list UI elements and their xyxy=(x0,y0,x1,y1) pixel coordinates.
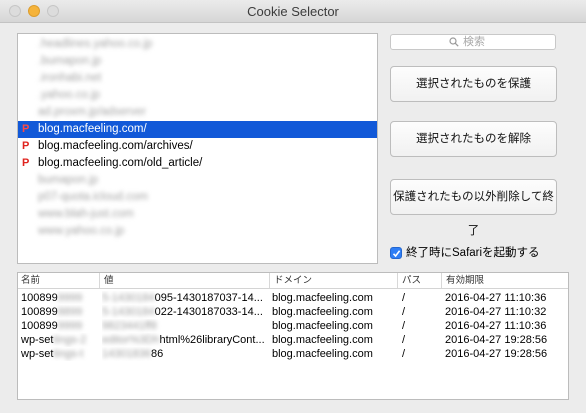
cookie-host-label: p07-quota.icloud.com xyxy=(38,191,148,203)
checkmark-icon xyxy=(392,250,401,258)
cookie-list-item[interactable]: p07-quota.icloud.com xyxy=(18,189,377,206)
cell-value: 9823441ff8 xyxy=(102,319,272,333)
search-icon xyxy=(449,37,459,47)
search-input[interactable] xyxy=(463,35,551,49)
cookie-host-label: www.blah-just.com xyxy=(38,208,134,220)
title-bar[interactable]: Cookie Selector xyxy=(0,0,586,23)
cell-name-redacted: tings-t xyxy=(53,348,84,360)
cell-value-redacted: 9823441ff8 xyxy=(102,320,157,332)
cell-value-text: 095-1430187037-14... xyxy=(154,292,263,304)
cell-value: 5-1430184022-1430187033-14... xyxy=(102,305,272,319)
cell-expires: 2016-04-27 11:10:36 xyxy=(445,292,547,304)
protected-marker: P xyxy=(22,123,30,135)
cookie-selector-window: Cookie Selector .headlines.yahoo.co.jp .b… xyxy=(0,0,586,413)
cookie-list-item[interactable]: Pblog.macfeeling.com/archives/ xyxy=(18,138,377,155)
cell-name-redacted: 8899 xyxy=(57,306,83,318)
cookie-list-item[interactable]: .ironhabi.net xyxy=(18,70,377,87)
protected-marker: P xyxy=(22,157,30,169)
cookie-list-item[interactable]: www.blah-just.com xyxy=(18,206,377,223)
cell-name: 1008998899 xyxy=(21,305,99,319)
cell-domain: blog.macfeeling.com xyxy=(272,306,373,318)
cell-value: 5-1430184095-1430187037-14... xyxy=(102,291,272,305)
cell-name: wp-settings-t xyxy=(21,347,99,361)
cell-path: / xyxy=(402,292,406,304)
cell-expires: 2016-04-27 19:28:56 xyxy=(445,348,548,360)
cell-path: / xyxy=(402,334,406,346)
table-row[interactable]: 1008999999 9823441ff8 blog.macfeeling.com /… xyxy=(18,319,568,333)
window-title: Cookie Selector xyxy=(247,4,339,19)
cell-path: / xyxy=(402,320,406,332)
cell-name: wp-settings-2 xyxy=(21,333,99,347)
cookie-host-label: .bumapon.jp xyxy=(38,55,102,67)
cell-name-text: 100899 xyxy=(21,292,58,304)
cookie-list-item[interactable]: Pblog.macfeeling.com/old_article/ xyxy=(18,155,377,172)
cookie-host-label: blog.macfeeling.com/old_article/ xyxy=(38,157,203,169)
unprotect-selected-button[interactable]: 選択されたものを解除 xyxy=(390,121,557,157)
column-header-path[interactable]: パス xyxy=(397,273,421,288)
cookie-list-item[interactable]: .bumapon.jp xyxy=(18,53,377,70)
cell-name: 1008999999 xyxy=(21,291,99,305)
cell-domain: blog.macfeeling.com xyxy=(272,320,373,332)
cell-name: 1008999999 xyxy=(21,319,99,333)
cell-expires: 2016-04-27 11:10:32 xyxy=(445,306,547,318)
cell-name-text: 100899 xyxy=(21,306,58,318)
cookie-host-label: blog.macfeeling.com/archives/ xyxy=(38,140,193,152)
cell-value-redacted: editor%3Dh xyxy=(102,334,160,346)
cookie-host-label: .yahoo.co.jp xyxy=(38,89,101,101)
launch-safari-checkbox[interactable] xyxy=(390,247,402,259)
cookie-host-label: .headlines.yahoo.co.jp xyxy=(38,38,153,50)
search-field[interactable] xyxy=(390,34,556,50)
table-row[interactable]: 1008999999 5-1430184095-1430187037-14... b… xyxy=(18,291,568,305)
protect-selected-button[interactable]: 選択されたものを保護 xyxy=(390,66,557,102)
cell-expires: 2016-04-27 19:28:56 xyxy=(445,334,548,346)
cell-value-redacted: 5-1430184 xyxy=(102,292,155,304)
cookie-host-label: .ironhabi.net xyxy=(38,72,102,84)
cell-domain: blog.macfeeling.com xyxy=(272,292,373,304)
cell-value: 1430183686 xyxy=(102,347,272,361)
cookie-host-label: www.yahoo.co.jp xyxy=(38,225,125,237)
cell-path: / xyxy=(402,306,406,318)
cell-value-redacted: 5-1430184 xyxy=(102,306,155,318)
cell-domain: blog.macfeeling.com xyxy=(272,348,373,360)
table-row[interactable]: 1008998899 5-1430184022-1430187033-14... b… xyxy=(18,305,568,319)
cell-value-text: 022-1430187033-14... xyxy=(154,306,263,318)
column-header-domain[interactable]: ドメイン xyxy=(269,273,312,288)
cell-value: editor%3Dhhtml%26libraryCont... xyxy=(102,333,272,347)
cell-domain: blog.macfeeling.com xyxy=(272,334,373,346)
delete-unprotected-and-quit-button[interactable]: 保護されたもの以外削除して終了 xyxy=(390,179,557,237)
launch-safari-label: 終了時にSafariを起動する xyxy=(406,247,540,259)
cookie-list-item[interactable]: Pblog.macfeeling.com/ xyxy=(18,121,377,138)
cookie-table[interactable]: 名前 値 ドメイン パス 有効期限 1008999999 5-1430184095… xyxy=(17,272,569,400)
table-row[interactable]: wp-settings-t 1430183686 blog.macfeeling.c… xyxy=(18,347,568,361)
cookie-host-label: bumapon.jp xyxy=(38,174,99,186)
cell-expires: 2016-04-27 11:10:36 xyxy=(445,320,547,332)
cell-value-text: html%26libraryCont... xyxy=(159,334,265,346)
cookie-list-item[interactable]: bumapon.jp xyxy=(18,172,377,189)
cell-name-redacted: tings-2 xyxy=(53,334,87,346)
column-header-expires[interactable]: 有効期限 xyxy=(441,273,484,288)
cell-name-text: wp-set xyxy=(21,348,54,360)
cookie-list-item[interactable]: .yahoo.co.jp xyxy=(18,87,377,104)
column-header-value[interactable]: 値 xyxy=(99,273,114,288)
cell-value-text: 86 xyxy=(150,348,164,360)
cookie-host-label: blog.macfeeling.com/ xyxy=(38,123,147,135)
cell-value-redacted: 14301836 xyxy=(102,348,151,360)
column-header-name[interactable]: 名前 xyxy=(21,273,40,288)
cell-name-redacted: 9999 xyxy=(57,292,83,304)
table-row[interactable]: wp-settings-2 editor%3Dhhtml%26libraryCon… xyxy=(18,333,568,347)
cell-path: / xyxy=(402,348,406,360)
cookie-list-item[interactable]: ad.proxm.jp/adserver xyxy=(18,104,377,121)
cell-name-text: 100899 xyxy=(21,320,58,332)
cell-name-redacted: 9999 xyxy=(57,320,83,332)
cookie-list-item[interactable]: .headlines.yahoo.co.jp xyxy=(18,36,377,53)
cookie-host-list[interactable]: .headlines.yahoo.co.jp .bumapon.jp .ironha… xyxy=(17,33,378,264)
cookie-host-label: ad.proxm.jp/adserver xyxy=(38,106,147,118)
protected-marker: P xyxy=(22,140,30,152)
table-header: 名前 値 ドメイン パス 有効期限 xyxy=(18,273,568,289)
cookie-list-item[interactable]: www.yahoo.co.jp xyxy=(18,223,377,240)
cell-name-text: wp-set xyxy=(21,334,54,346)
